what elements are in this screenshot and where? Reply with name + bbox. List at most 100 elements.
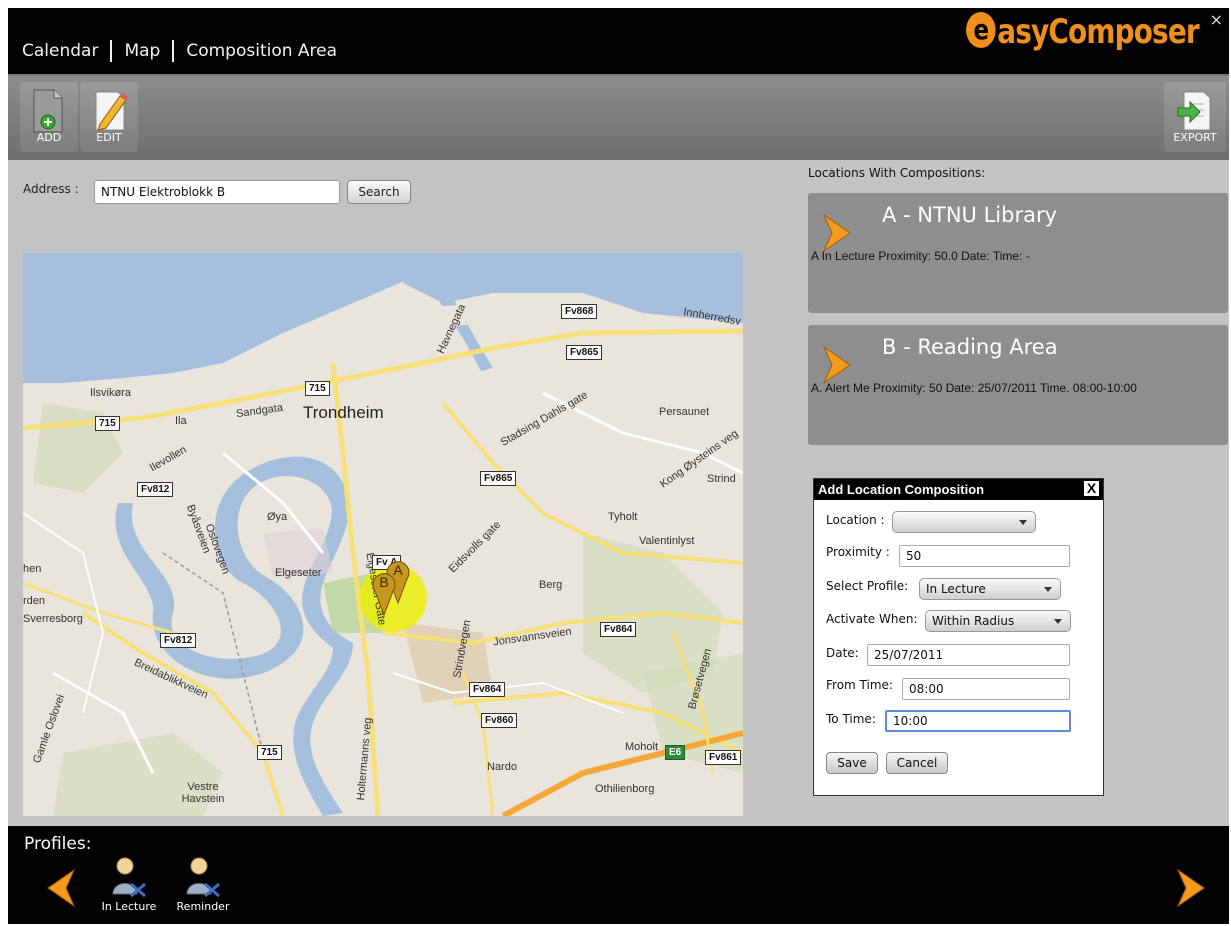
road-shield-e6: E6	[665, 745, 686, 760]
map-label-nardo: Nardo	[487, 761, 517, 773]
logo-text: asyComposer	[997, 12, 1199, 52]
road-shield: 715	[95, 416, 120, 431]
profile-label: Reminder	[176, 900, 230, 913]
location-card-a[interactable]: A - NTNU Library A In Lecture Proximity:…	[808, 193, 1228, 313]
header-bar: Calendar Map Composition Area e asyCompos…	[8, 8, 1229, 76]
nav-calendar[interactable]: Calendar	[22, 41, 98, 61]
search-button[interactable]: Search	[347, 180, 411, 204]
date-field[interactable]: 25/07/2011	[867, 644, 1070, 666]
nav-divider	[110, 40, 113, 62]
add-label: ADD	[36, 131, 62, 144]
logo-initial: e	[966, 12, 996, 48]
map-label-moholt: Moholt	[625, 741, 659, 753]
marker-b-label: B	[379, 574, 389, 590]
nav-composition-area[interactable]: Composition Area	[186, 41, 337, 61]
map-label-rden: rden	[23, 595, 46, 607]
chevron-left-icon[interactable]	[44, 866, 78, 910]
address-input[interactable]: NTNU Elektroblokk B	[94, 180, 340, 204]
save-button[interactable]: Save	[826, 752, 878, 774]
location-desc: A In Lecture Proximity: 50.0 Date: Time:…	[811, 249, 1030, 263]
chevron-down-icon	[1054, 619, 1062, 624]
profiles-title: Profiles:	[24, 834, 92, 854]
location-card-b[interactable]: B - Reading Area A. Alert Me Proximity: …	[808, 325, 1228, 445]
road-shield: Fv860	[481, 713, 518, 728]
map-label-berg: Berg	[539, 579, 563, 591]
from-time-field[interactable]: 08:00	[902, 678, 1070, 700]
location-name: B - Reading Area	[882, 335, 1058, 359]
nav-map[interactable]: Map	[124, 41, 160, 61]
map-label-strind: Strind	[707, 473, 736, 485]
road-shield: 715	[305, 381, 330, 396]
map-label-persaunet: Persaunet	[659, 406, 710, 418]
cancel-button[interactable]: Cancel	[886, 752, 948, 774]
toolbar: ADD EDIT EXPORT	[8, 76, 1229, 160]
map-label-trondheim: Trondheim	[303, 403, 384, 422]
map-label-hen: hen	[23, 563, 42, 575]
profile-label: In Lecture	[101, 900, 157, 913]
location-select[interactable]	[892, 511, 1036, 533]
dialog-title: Add Location Composition	[818, 482, 985, 497]
map-label-vestre-havstein: Vestre Havstein	[181, 781, 225, 805]
road-shield: Fv864	[600, 622, 637, 637]
road-shield: Fv868	[561, 304, 598, 319]
edit-pencil-icon	[95, 91, 128, 131]
locations-title: Locations With Compositions:	[808, 166, 986, 180]
profile-label: Select Profile:	[826, 579, 909, 593]
location-desc: A. Alert Me Proximity: 50 Date: 25/07/20…	[811, 381, 1137, 395]
address-label: Address :	[23, 182, 79, 196]
profile-select[interactable]: In Lecture	[919, 578, 1061, 600]
export-label: EXPORT	[1173, 131, 1217, 144]
profile-item-reminder[interactable]: Reminder	[168, 856, 238, 913]
map-view[interactable]: Ilsvikøra Ila Sandgata Trondheim Persaun…	[23, 253, 743, 816]
activate-label: Activate When:	[826, 612, 918, 626]
close-app-button[interactable]: ×	[1210, 10, 1223, 29]
road-shield: Fv812	[137, 482, 174, 497]
road-shield: 715	[257, 745, 282, 760]
road-shield: Fv865	[566, 345, 603, 360]
map-marker-b[interactable]: B	[371, 571, 397, 617]
map-label-tyholt: Tyholt	[608, 511, 638, 523]
road-shield: Fv864	[469, 682, 506, 697]
activate-select-value: Within Radius	[932, 614, 1015, 628]
add-button[interactable]: ADD	[20, 82, 78, 152]
map-label-ilsvikora: Ilsvikøra	[90, 387, 131, 399]
map-label-sverresborg: Sverresborg	[23, 613, 83, 625]
location-label: Location :	[826, 513, 885, 527]
to-time-field[interactable]: 10:00	[885, 710, 1071, 732]
main-nav: Calendar Map Composition Area	[22, 40, 337, 62]
location-name: A - NTNU Library	[882, 203, 1058, 227]
chevron-right-icon[interactable]	[1174, 866, 1208, 910]
app-window: Calendar Map Composition Area e asyCompos…	[8, 8, 1229, 924]
edit-button[interactable]: EDIT	[80, 82, 138, 152]
map-canvas	[23, 253, 743, 816]
profiles-bar: Profiles: In Lecture Reminder	[8, 826, 1229, 924]
profile-select-value: In Lecture	[926, 582, 986, 596]
date-label: Date:	[826, 646, 859, 660]
chevron-down-icon	[1019, 520, 1027, 525]
proximity-label: Proximity :	[826, 545, 890, 559]
map-label-ila: Ila	[175, 415, 187, 427]
nav-divider	[172, 40, 175, 62]
proximity-field[interactable]: 50	[899, 545, 1070, 567]
road-shield: Fv865	[480, 471, 517, 486]
user-profile-icon	[112, 857, 146, 898]
road-shield: Fv861	[705, 750, 742, 765]
from-time-label: From Time:	[826, 678, 893, 692]
road-shield: Fv812	[160, 633, 197, 648]
activate-select[interactable]: Within Radius	[925, 610, 1071, 632]
to-time-label: To Time:	[826, 712, 876, 726]
map-label-oya: Øya	[267, 511, 288, 523]
export-button[interactable]: EXPORT	[1164, 82, 1226, 152]
app-logo: e asyComposer	[966, 12, 1200, 52]
export-icon	[1177, 91, 1211, 131]
edit-label: EDIT	[96, 131, 122, 144]
add-document-icon	[33, 89, 63, 133]
chevron-down-icon	[1044, 587, 1052, 592]
user-profile-icon	[186, 857, 220, 898]
map-label-elgeseter: Elgeseter	[275, 567, 322, 579]
profile-item-in-lecture[interactable]: In Lecture	[94, 856, 164, 913]
map-label-othilienborg: Othilienborg	[595, 783, 655, 795]
dialog-header: Add Location Composition X	[814, 479, 1103, 500]
map-label-valentinlyst: Valentinlyst	[639, 535, 695, 547]
dialog-close-button[interactable]: X	[1084, 481, 1099, 496]
